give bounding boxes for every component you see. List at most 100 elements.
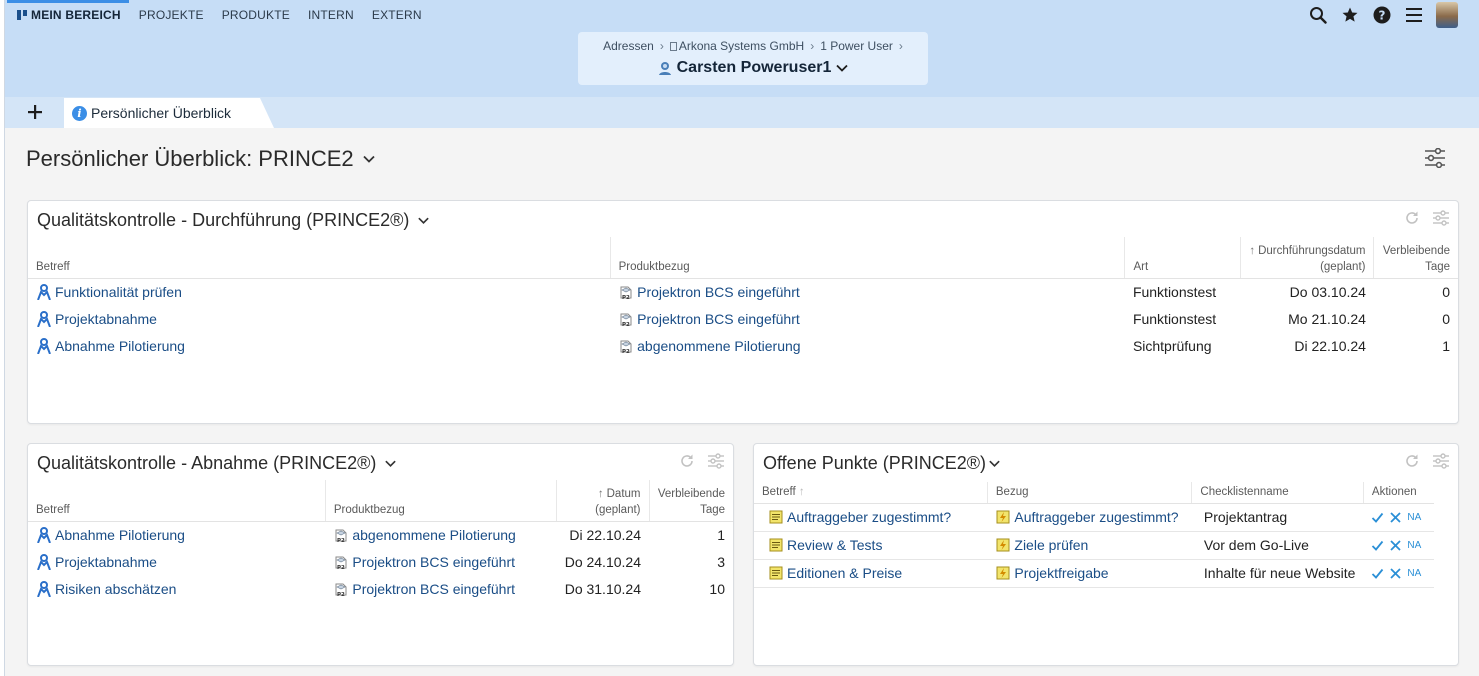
- breadcrumb-role[interactable]: 1 Power User: [820, 39, 893, 53]
- offene-punkte-table: Betreff ↑ Bezug Checklistenname Aktionen…: [754, 482, 1434, 588]
- chevron-down-icon: [385, 460, 397, 468]
- not-applicable-button[interactable]: NA: [1407, 512, 1421, 523]
- check-icon[interactable]: [1371, 567, 1384, 580]
- row-actions: NA: [1371, 511, 1426, 524]
- produkt-link[interactable]: P2 Projektron BCS eingeführt: [618, 311, 1117, 327]
- column-header-betreff[interactable]: Betreff: [28, 480, 326, 522]
- search-icon[interactable]: [1308, 5, 1328, 25]
- sliders-icon[interactable]: [707, 453, 725, 469]
- column-header-betreff[interactable]: Betreff: [28, 237, 611, 279]
- produkt-text: Projektron BCS eingeführt: [637, 310, 800, 327]
- panel-title[interactable]: Qualitätskontrolle - Abnahme (PRINCE2®): [37, 453, 397, 474]
- checklistenname-cell: Projektantrag: [1191, 503, 1364, 532]
- column-header-durchfuehrungsdatum[interactable]: ↑ Durchführungsdatum (geplant): [1240, 237, 1374, 279]
- breadcrumb-company[interactable]: Arkona Systems GmbH: [669, 39, 804, 53]
- close-icon[interactable]: [1390, 567, 1402, 579]
- column-header-datum[interactable]: ↑ Datum (geplant): [556, 480, 649, 522]
- checklist-note-icon: [769, 510, 783, 524]
- page-title[interactable]: Persönlicher Überblick: PRINCE2: [26, 146, 376, 172]
- betreff-link[interactable]: Auftraggeber zugestimmt?: [768, 509, 979, 525]
- betreff-text: Auftraggeber zugestimmt?: [787, 509, 952, 525]
- svg-text:P2: P2: [622, 295, 630, 300]
- betreff-link[interactable]: Funktionalität prüfen: [36, 283, 602, 300]
- not-applicable-button[interactable]: NA: [1407, 540, 1421, 551]
- table-row: Projektabnahme P2 Projektron BCS eingefüh…: [28, 305, 1458, 332]
- panel-title[interactable]: Offene Punkte (PRINCE2®): [763, 453, 1001, 474]
- refresh-icon[interactable]: [1404, 210, 1420, 226]
- column-header-betreff[interactable]: Betreff ↑: [754, 482, 988, 504]
- bezug-text: Projektfreigabe: [1014, 565, 1109, 581]
- plus-icon: [28, 105, 42, 119]
- bezug-link[interactable]: Auftraggeber zugestimmt?: [995, 509, 1184, 525]
- column-header-verbleibende-tage[interactable]: Verbleibende Tage: [1373, 237, 1458, 279]
- sort-up-icon: ↑: [798, 485, 805, 498]
- check-icon[interactable]: [1371, 511, 1384, 524]
- sliders-icon[interactable]: [1432, 210, 1450, 226]
- top-navigation: MEIN BEREICH PROJEKTE PRODUKTE INTERN EX…: [7, 0, 440, 30]
- produkt-text: abgenommene Pilotierung: [637, 337, 801, 354]
- column-header-produktbezug[interactable]: Produktbezug: [324, 480, 557, 522]
- durchfuehrung-table: Betreff Produktbezug Art ↑ Durchführungsd…: [28, 237, 1458, 359]
- refresh-icon[interactable]: [1404, 453, 1420, 469]
- bezug-link[interactable]: Projektfreigabe: [995, 565, 1184, 581]
- nav-mein-bereich[interactable]: MEIN BEREICH: [7, 0, 129, 30]
- nav-label: PROJEKTE: [138, 8, 204, 22]
- produkt-link[interactable]: P2 Projektron BCS eingeführt: [333, 581, 548, 597]
- page-settings-button[interactable]: [1424, 147, 1446, 173]
- avatar[interactable]: [1436, 2, 1458, 28]
- breadcrumb-card: Adressen › Arkona Systems GmbH › 1 Power…: [578, 32, 928, 85]
- betreff-text: Risiken abschätzen: [55, 580, 177, 597]
- product-icon: P2: [335, 556, 347, 570]
- nav-projekte[interactable]: PROJEKTE: [139, 0, 204, 30]
- header-text: Durchführungsdatum: [1258, 244, 1366, 257]
- not-applicable-button[interactable]: NA: [1407, 568, 1421, 579]
- betreff-link[interactable]: Editionen & Preise: [768, 565, 979, 581]
- person-check-icon: [37, 283, 51, 300]
- produkt-link[interactable]: P2 abgenommene Pilotierung: [618, 338, 1117, 354]
- betreff-link[interactable]: Projektabnahme: [36, 310, 602, 327]
- betreff-link[interactable]: Abnahme Pilotierung: [36, 526, 317, 543]
- betreff-text: Projektabnahme: [55, 553, 157, 570]
- nav-produkte[interactable]: PRODUKTE: [222, 0, 290, 30]
- check-icon[interactable]: [1371, 539, 1384, 552]
- tab-label: Persönlicher Überblick: [91, 105, 232, 121]
- sliders-icon[interactable]: [1432, 453, 1450, 469]
- betreff-link[interactable]: Risiken abschätzen: [36, 580, 317, 597]
- person-icon: [658, 62, 671, 75]
- breadcrumb-adressen[interactable]: Adressen: [603, 39, 654, 53]
- breadcrumb: Adressen › Arkona Systems GmbH › 1 Power…: [578, 39, 928, 53]
- column-header-verbleibende-tage[interactable]: Verbleibende Tage: [648, 480, 733, 522]
- person-check-icon: [37, 337, 51, 354]
- betreff-link[interactable]: Abnahme Pilotierung: [36, 337, 602, 354]
- produkt-link[interactable]: P2 Projektron BCS eingeführt: [618, 284, 1117, 300]
- produkt-link[interactable]: P2 Projektron BCS eingeführt: [333, 554, 548, 570]
- star-icon[interactable]: [1340, 5, 1360, 25]
- nav-extern[interactable]: EXTERN: [372, 0, 422, 30]
- column-header-checklistenname[interactable]: Checklistenname: [1191, 482, 1364, 504]
- checklist-note-icon: [769, 566, 783, 580]
- nav-label: INTERN: [307, 8, 354, 22]
- header-text: Verbleibende: [657, 487, 725, 500]
- header-text: (geplant): [1320, 260, 1366, 273]
- produkt-link[interactable]: P2 abgenommene Pilotierung: [333, 527, 548, 543]
- help-icon[interactable]: ?: [1372, 5, 1392, 25]
- bezug-link[interactable]: Ziele prüfen: [995, 537, 1184, 553]
- close-icon[interactable]: [1390, 539, 1402, 551]
- current-person-selector[interactable]: Carsten Poweruser1: [578, 59, 928, 77]
- column-header-aktionen[interactable]: Aktionen: [1362, 482, 1434, 504]
- betreff-link[interactable]: Projektabnahme: [36, 553, 317, 570]
- column-header-art[interactable]: Art: [1124, 237, 1241, 279]
- nav-intern[interactable]: INTERN: [308, 0, 354, 30]
- tab-persoenlicher-ueberblick[interactable]: i Persönlicher Überblick: [64, 98, 274, 128]
- column-header-bezug[interactable]: Bezug: [986, 482, 1192, 504]
- column-header-produktbezug[interactable]: Produktbezug: [609, 237, 1125, 279]
- refresh-icon[interactable]: [679, 453, 695, 469]
- menu-icon[interactable]: [1404, 5, 1424, 25]
- tage-cell: 10: [709, 580, 725, 597]
- close-icon[interactable]: [1390, 511, 1402, 523]
- betreff-link[interactable]: Review & Tests: [768, 537, 979, 553]
- panel-qualitaetskontrolle-abnahme: Qualitätskontrolle - Abnahme (PRINCE2®) …: [27, 443, 734, 666]
- panel-title[interactable]: Qualitätskontrolle - Durchführung (PRINC…: [37, 210, 430, 231]
- art-cell: Funktionstest: [1132, 310, 1217, 327]
- add-tab-button[interactable]: [25, 102, 45, 122]
